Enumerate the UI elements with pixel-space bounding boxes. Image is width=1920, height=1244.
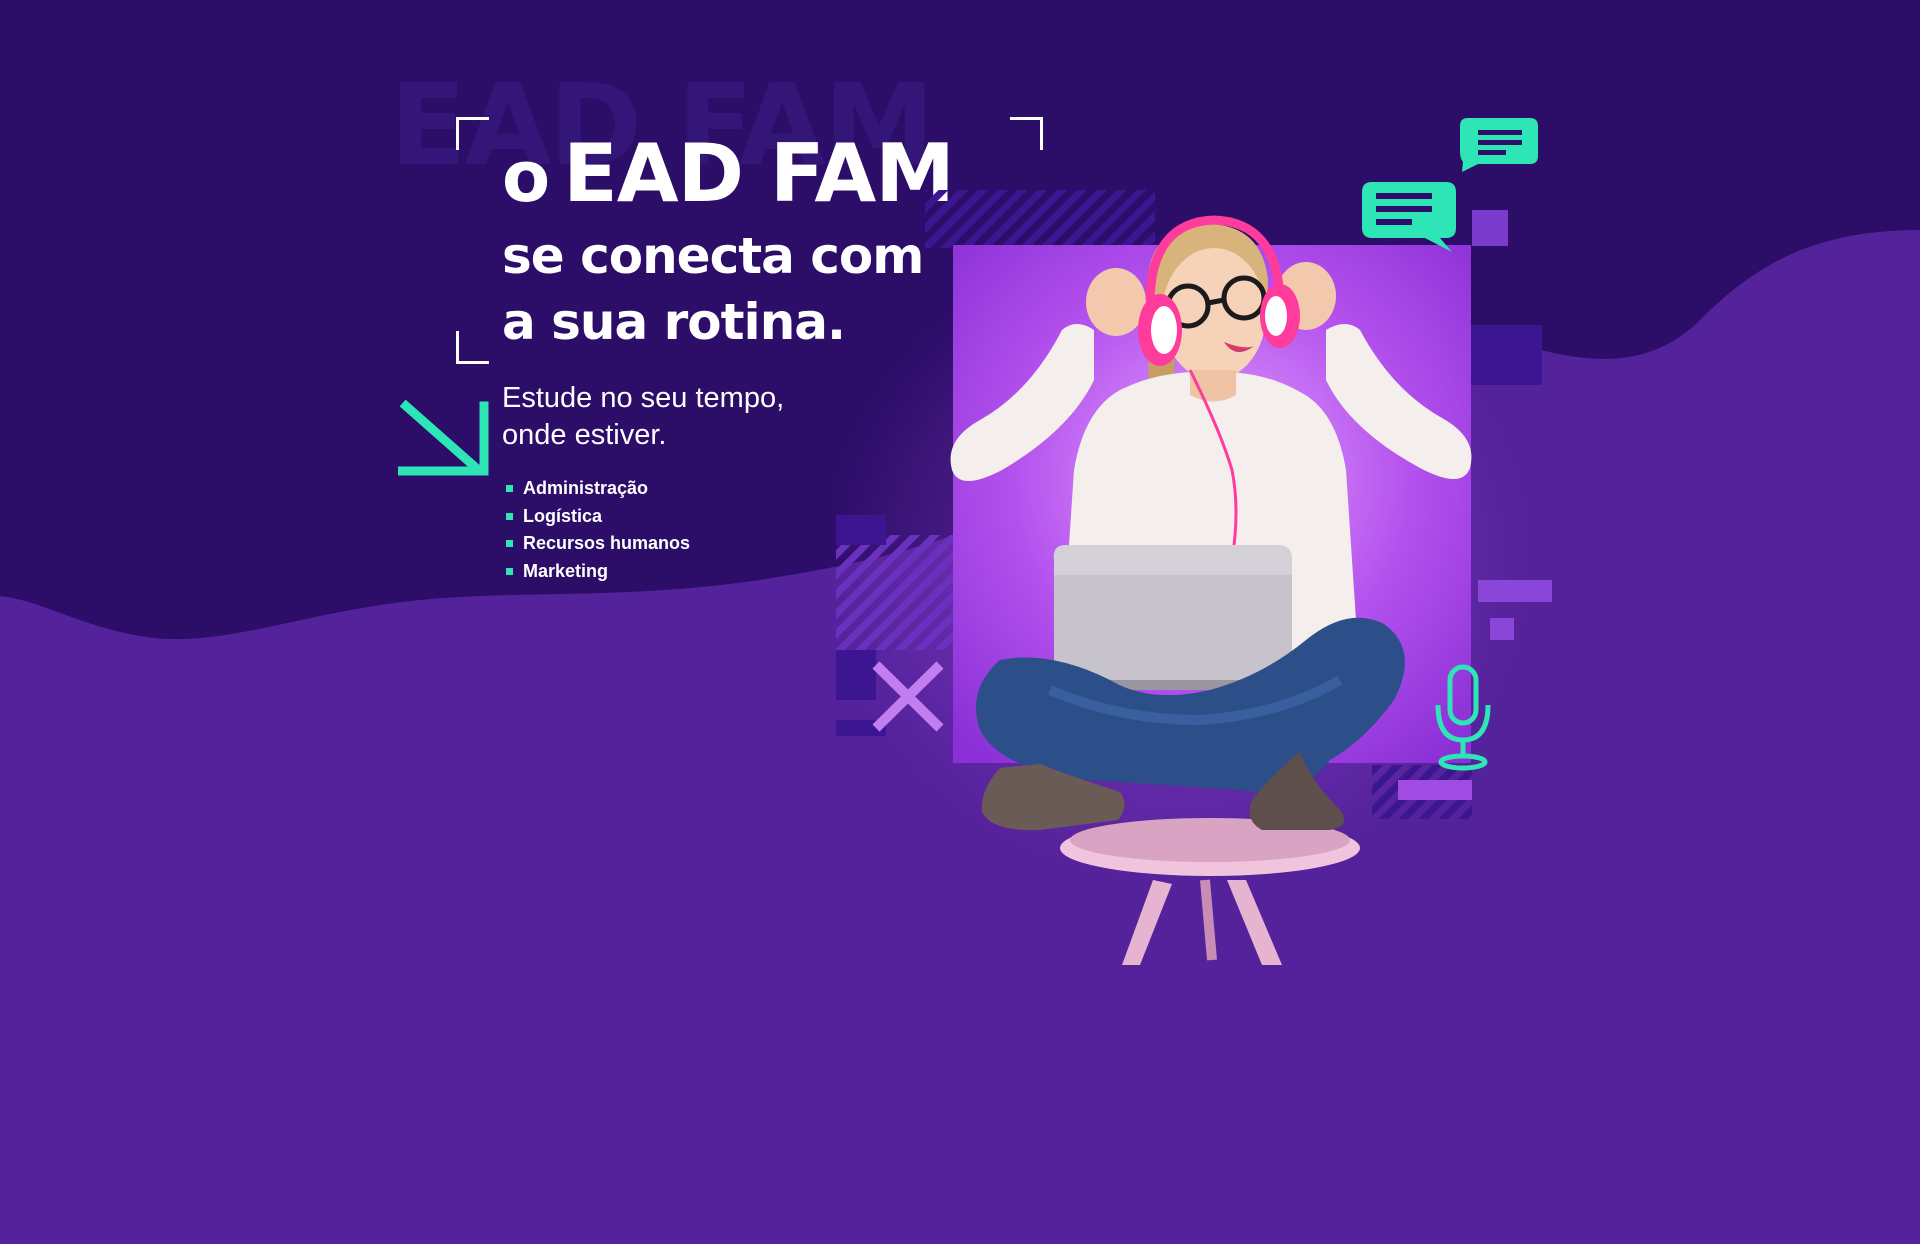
student-illustration bbox=[830, 118, 1552, 965]
block-deco-right-5 bbox=[1478, 580, 1552, 602]
chair bbox=[1060, 818, 1360, 965]
subtitle: Estude no seu tempo, onde estiver. bbox=[502, 380, 784, 454]
subtitle-line-2: onde estiver. bbox=[502, 419, 667, 451]
course-list: Administração Logística Recursos humanos… bbox=[506, 475, 690, 585]
block-deco-left-2 bbox=[836, 650, 876, 700]
course-label: Recursos humanos bbox=[523, 533, 691, 553]
list-item: Logística bbox=[506, 503, 690, 531]
subtitle-line-1: Estude no seu tempo, bbox=[502, 382, 785, 414]
left-hand bbox=[1086, 268, 1146, 336]
course-label: Logística bbox=[523, 505, 603, 526]
course-label: Marketing bbox=[523, 560, 609, 581]
stripe-deco-left bbox=[836, 535, 956, 650]
block-deco-right-2 bbox=[1468, 325, 1542, 385]
frame-corner-top-left bbox=[456, 117, 489, 150]
stripe-deco-top bbox=[925, 190, 1155, 248]
block-deco-bottom bbox=[1398, 780, 1472, 800]
block-deco-right-1 bbox=[1472, 210, 1508, 246]
block-deco-left bbox=[836, 515, 886, 545]
list-item: Marketing bbox=[506, 558, 690, 586]
chat-bubble-icon bbox=[1460, 118, 1538, 172]
arrow-down-right-icon bbox=[398, 399, 489, 476]
list-item: Recursos humanos bbox=[506, 530, 690, 558]
block-deco-right-6 bbox=[1490, 618, 1514, 640]
chat-bubble-icon bbox=[1362, 182, 1456, 252]
bullet-square-icon bbox=[506, 485, 513, 492]
list-item: Administração bbox=[506, 475, 690, 503]
bullet-square-icon bbox=[506, 540, 513, 547]
bullet-square-icon bbox=[506, 567, 513, 575]
headline-prefix: o bbox=[502, 136, 550, 218]
course-label: Administração bbox=[523, 478, 649, 498]
frame-corner-bottom-left bbox=[456, 331, 489, 364]
hero-banner: EAD FAM o EAD FAM se conecta com a sua ro… bbox=[0, 0, 1920, 1244]
bullet-square-icon bbox=[506, 512, 513, 520]
